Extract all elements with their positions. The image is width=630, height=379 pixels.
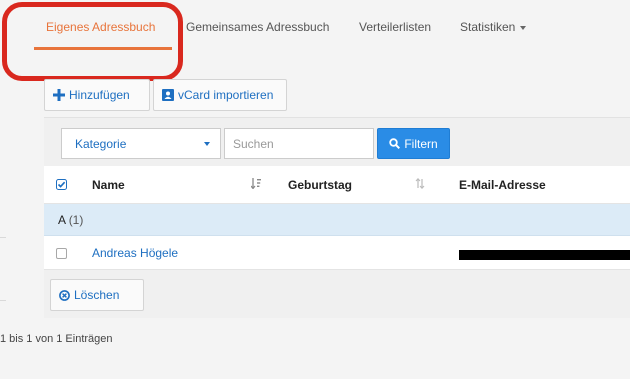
address-table-panel: Kategorie Filtern Name Geburtstag E-Mail… [44, 117, 630, 318]
tab-bar: Eigenes Adressbuch Gemeinsames Adressbuc… [0, 0, 630, 58]
active-tab-indicator [34, 47, 172, 50]
row-checkbox[interactable] [56, 248, 67, 259]
tab-verteilerlisten[interactable]: Verteilerlisten [359, 20, 431, 34]
group-letter: A [58, 213, 66, 227]
tab-eigenes-adressbuch[interactable]: Eigenes Adressbuch [46, 20, 155, 34]
gutter-divider [0, 300, 6, 301]
sort-alpha-icon[interactable] [250, 178, 261, 192]
chevron-down-icon [204, 141, 210, 146]
tab-statistiken-label: Statistiken [460, 20, 516, 34]
add-button[interactable]: Hinzufügen [44, 79, 150, 111]
group-label: A (1) [58, 213, 83, 227]
table-footer: Löschen [44, 270, 630, 318]
vcard-import-button[interactable]: vCard importieren [153, 79, 287, 111]
column-header-name[interactable]: Name [92, 178, 125, 192]
delete-circle-icon [59, 289, 70, 301]
redacted-email [459, 250, 630, 260]
contact-card-icon [162, 89, 174, 101]
sort-icon[interactable] [415, 177, 425, 192]
gutter-divider [0, 237, 6, 238]
chevron-down-icon [520, 25, 527, 30]
filter-button-label: Filtern [404, 136, 438, 151]
plus-icon [53, 89, 65, 101]
column-header-birthday[interactable]: Geburtstag [288, 178, 352, 192]
search-input[interactable] [224, 128, 374, 159]
group-count: (1) [68, 213, 84, 227]
group-row: A (1) [44, 204, 630, 236]
table-header: Name Geburtstag E-Mail-Adresse [44, 166, 630, 204]
tab-gemeinsames-adressbuch[interactable]: Gemeinsames Adressbuch [186, 20, 329, 34]
filter-toolbar: Kategorie Filtern [44, 118, 630, 166]
category-select-value: Kategorie [75, 136, 127, 151]
filter-button[interactable]: Filtern [377, 128, 450, 159]
search-icon [389, 138, 401, 149]
tab-statistiken[interactable]: Statistiken [460, 20, 527, 34]
vcard-import-label: vCard importieren [178, 88, 274, 102]
delete-button[interactable]: Löschen [50, 279, 144, 311]
table-row: Andreas Högele [44, 236, 630, 270]
category-select[interactable]: Kategorie [61, 128, 221, 159]
column-header-email[interactable]: E-Mail-Adresse [459, 178, 546, 192]
pagination-info: 1 bis 1 von 1 Einträgen [0, 333, 113, 345]
check-all-icon[interactable] [56, 179, 67, 193]
delete-button-label: Löschen [74, 288, 120, 302]
contact-name-link[interactable]: Andreas Högele [92, 246, 178, 260]
add-button-label: Hinzufügen [69, 88, 130, 102]
